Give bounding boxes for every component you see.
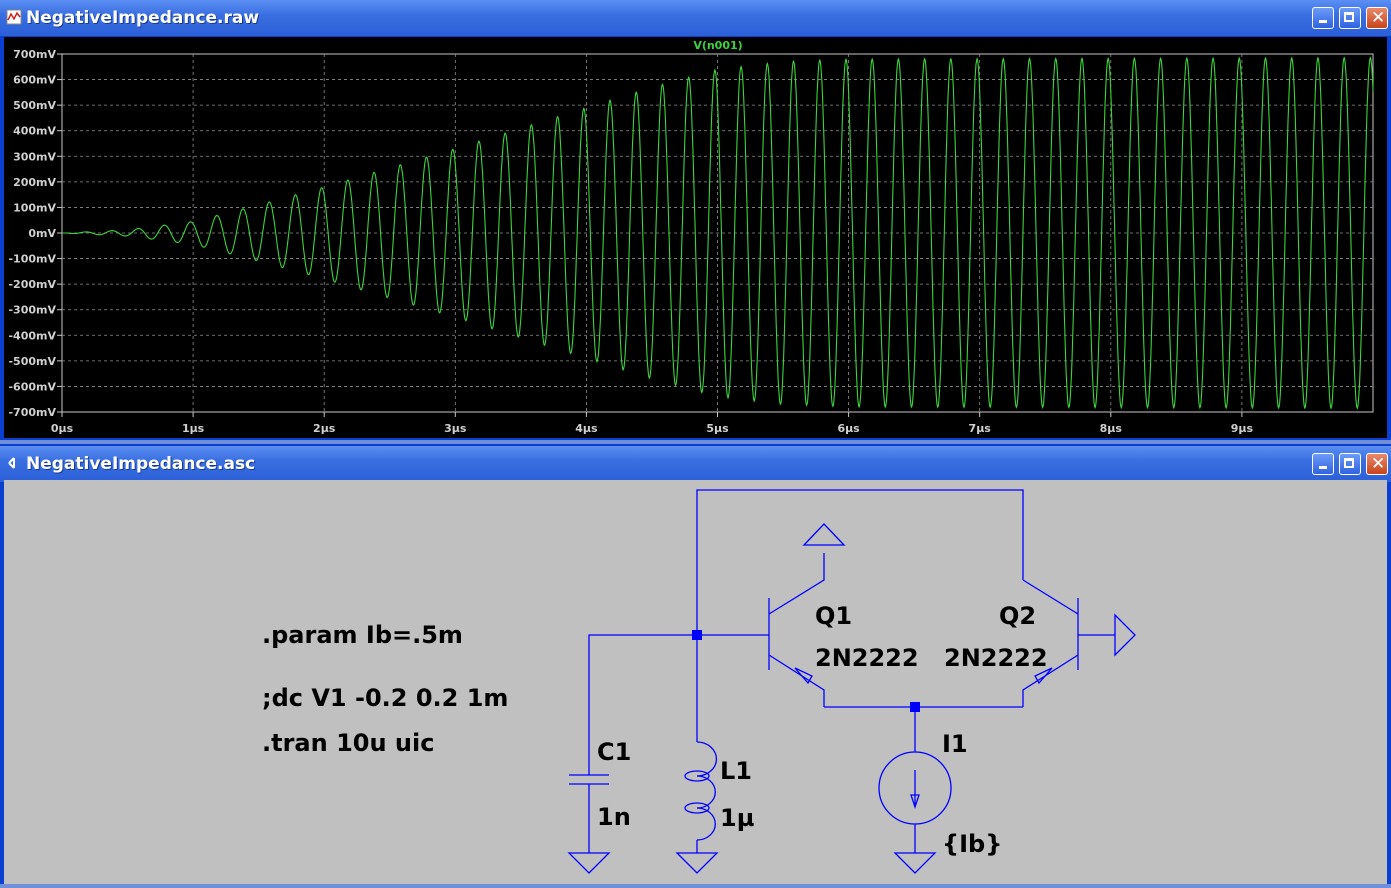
ground-symbol [567, 852, 611, 874]
y-tick-label: 0mV [28, 227, 56, 240]
maximize-button[interactable] [1339, 7, 1361, 29]
ground-symbol [893, 852, 937, 874]
schematic-drawing: Q1 2N2222 Q2 2N2222 C1 1n L1 1µ I1 {Ib} … [262, 489, 1136, 874]
waveform-window: NegativeImpedance.raw ✕ 700mV 600mV 500mV 4… [0, 0, 1391, 440]
waveform-window-title: NegativeImpedance.raw [26, 8, 260, 28]
minimize-button[interactable] [1312, 453, 1334, 475]
y-tick-label: 700mV [13, 48, 56, 61]
c1-ref: C1 [597, 738, 631, 766]
directive-tran[interactable]: .tran 10u uic [262, 729, 434, 757]
y-tick-label: -300mV [8, 304, 56, 317]
maximize-icon [1344, 458, 1354, 468]
y-tick-label: -700mV [8, 406, 56, 419]
q1-ref: Q1 [815, 602, 852, 630]
close-button[interactable]: ✕ [1366, 7, 1388, 29]
close-icon: ✕ [1371, 8, 1386, 28]
q1-value: 2N2222 [815, 644, 919, 672]
waveform-icon [6, 9, 22, 25]
ground-symbol [675, 852, 719, 874]
current-source-i1[interactable] [878, 707, 952, 874]
waveform-chart: 700mV 600mV 500mV 400mV 300mV 200mV 100mV 0mV -1… [8, 39, 1374, 435]
x-tick-label: 5µs [706, 422, 729, 435]
ground-symbol [802, 523, 846, 546]
maximize-button[interactable] [1339, 453, 1361, 475]
x-tick-label: 1µs [182, 422, 205, 435]
q2-ref: Q2 [999, 602, 1036, 630]
trace-label: V(n001) [693, 39, 742, 52]
y-tick-label: 500mV [13, 99, 56, 112]
l1-value: 1µ [720, 804, 754, 832]
minimize-icon [1319, 466, 1327, 469]
schematic-canvas[interactable]: Q1 2N2222 Q2 2N2222 C1 1n L1 1µ I1 {Ib} … [4, 480, 1387, 884]
maximize-icon [1344, 12, 1354, 22]
l1-ref: L1 [720, 757, 752, 785]
capacitor-c1[interactable] [567, 634, 697, 874]
x-tick-label: 2µs [313, 422, 336, 435]
q2-value: 2N2222 [944, 644, 1048, 672]
close-button[interactable]: ✕ [1366, 453, 1388, 475]
wire-feedback[interactable] [696, 489, 1024, 635]
y-tick-label: 600mV [13, 74, 56, 87]
inductor-l1[interactable] [675, 635, 719, 874]
minimize-icon [1319, 20, 1327, 23]
x-tick-label: 6µs [837, 422, 860, 435]
x-tick-label: 7µs [969, 422, 992, 435]
schematic-icon [8, 457, 15, 469]
y-tick-label: -500mV [8, 355, 56, 368]
schematic-window-title: NegativeImpedance.asc [26, 454, 256, 474]
x-tick-label: 0µs [51, 422, 74, 435]
minimize-button[interactable] [1312, 7, 1334, 29]
c1-value: 1n [597, 803, 631, 831]
y-tick-label: -100mV [8, 253, 56, 266]
schematic-titlebar[interactable]: NegativeImpedance.asc ✕ [0, 446, 1391, 482]
ground-symbol [1114, 613, 1136, 657]
y-tick-label: -200mV [8, 278, 56, 291]
x-tick-label: 4µs [575, 422, 598, 435]
i1-value: {Ib} [942, 830, 1002, 858]
y-tick-label: 200mV [13, 176, 56, 189]
directive-param[interactable]: .param Ib=.5m [262, 621, 463, 649]
directive-dc[interactable]: ;dc V1 -0.2 0.2 1m [262, 684, 508, 712]
y-tick-label: 100mV [13, 201, 56, 214]
x-tick-label: 3µs [444, 422, 467, 435]
y-tick-label: -600mV [8, 380, 56, 393]
x-tick-label: 9µs [1231, 422, 1254, 435]
close-icon: ✕ [1371, 454, 1386, 474]
waveform-plot[interactable]: 700mV 600mV 500mV 400mV 300mV 200mV 100mV 0mV -1… [4, 37, 1387, 438]
y-tick-label: 400mV [13, 125, 56, 138]
y-tick-label: -400mV [8, 329, 56, 342]
y-tick-label: 300mV [13, 150, 56, 163]
waveform-titlebar[interactable]: NegativeImpedance.raw ✕ [0, 0, 1391, 36]
x-tick-label: 8µs [1100, 422, 1123, 435]
i1-ref: I1 [942, 730, 968, 758]
